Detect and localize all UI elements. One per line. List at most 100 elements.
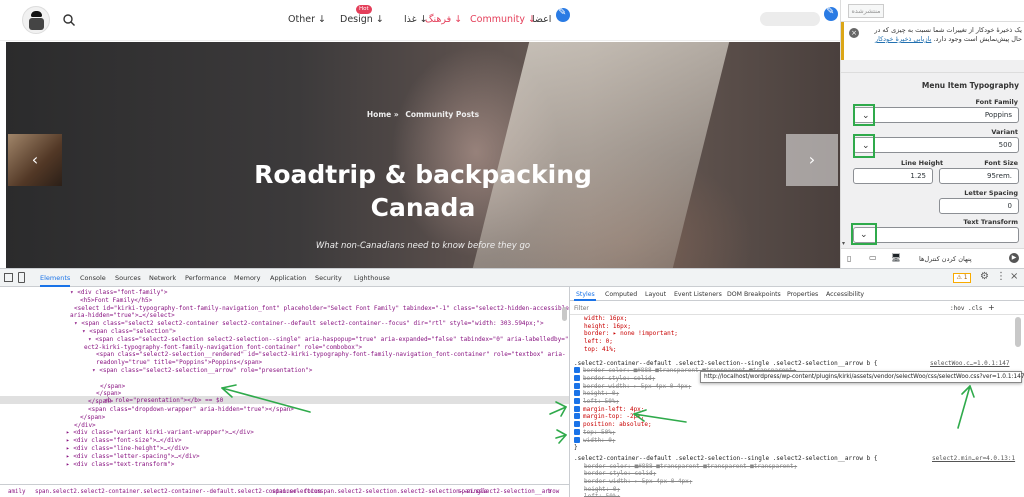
dom-node-line[interactable]: ▾ <span class="select2-selection select2…: [88, 336, 569, 344]
css-declaration[interactable]: border-style: solid;: [574, 374, 655, 383]
letter-spacing-input[interactable]: 0: [939, 198, 1019, 214]
desktop-preview-icon[interactable]: 🖥: [891, 253, 901, 262]
dom-node-line[interactable]: ▸ <div class="font-size">…</div>: [66, 437, 182, 445]
dom-node-line[interactable]: <select id="kirki-typography-font-family…: [74, 305, 569, 313]
collapse-play-icon[interactable]: ▶: [1009, 253, 1019, 263]
css-declaration[interactable]: left: 0;: [584, 338, 613, 346]
avatar-logo-icon[interactable]: [22, 6, 50, 34]
edit-pencil-icon[interactable]: [556, 7, 570, 22]
property-checkbox[interactable]: [574, 398, 580, 404]
dom-node-line[interactable]: ect2-kirki-typography-font-family-naviga…: [84, 344, 362, 352]
prev-post-button[interactable]: ‹: [8, 134, 62, 186]
dom-node-line[interactable]: readonly="true" title="Poppins">Poppins<…: [96, 359, 262, 367]
nav-item-other[interactable]: Other ↓: [288, 14, 326, 25]
tab-console[interactable]: Console: [80, 274, 106, 282]
text-transform-select[interactable]: [853, 227, 1019, 243]
dom-node-line[interactable]: ▾ <span class="selection">: [82, 328, 176, 336]
property-checkbox[interactable]: [574, 413, 580, 420]
dom-node-line[interactable]: ▸ <div class="letter-spacing">…</div>: [66, 453, 200, 461]
css-declaration[interactable]: border-width: ▸ 5px 4px 0 4px;: [584, 478, 692, 486]
property-checkbox[interactable]: [574, 421, 580, 428]
breadcrumb-item[interactable]: b: [548, 489, 552, 495]
subtab-dom-breakpoints[interactable]: DOM Breakpoints: [727, 291, 781, 298]
elements-scrollbar[interactable]: [562, 307, 567, 321]
close-icon[interactable]: ×: [1010, 271, 1018, 282]
hide-controls-button[interactable]: پنهان کردن کنترل‌ها: [919, 255, 972, 263]
inspect-element-icon[interactable]: [4, 273, 13, 282]
stylesheet-source-link[interactable]: select2.min…er=4.0.13:1: [932, 455, 1015, 463]
variant-dropdown-arrow-highlight[interactable]: ⌄: [853, 134, 875, 158]
property-checkbox[interactable]: [574, 390, 580, 397]
restore-autosave-link[interactable]: بازیابی ذخیرهٔ خودکار: [875, 35, 931, 43]
dom-node-line[interactable]: </span>: [100, 383, 125, 391]
breadcrumb-current[interactable]: Community Posts: [405, 110, 479, 119]
tab-sources[interactable]: Sources: [115, 274, 141, 282]
header-search-field[interactable]: [760, 12, 820, 26]
font-size-input[interactable]: 95rem.: [939, 168, 1019, 184]
css-declaration[interactable]: border-style: solid;: [584, 470, 656, 478]
css-selector[interactable]: .select2-container--default .select2-sel…: [574, 360, 877, 368]
dom-node-line[interactable]: <b role="presentation"></b> == $0: [104, 397, 223, 405]
tab-network[interactable]: Network: [149, 274, 176, 282]
dom-node-line[interactable]: ▸ <div class="variant kirki-variant-wrap…: [66, 429, 254, 437]
property-checkbox[interactable]: [574, 367, 580, 374]
css-declaration[interactable]: border-color: ■#888 ■transparent ■transp…: [584, 463, 797, 471]
styles-scrollbar[interactable]: [1015, 317, 1021, 347]
css-declaration[interactable]: height: 0;: [574, 390, 619, 398]
warning-badge[interactable]: ⚠ 1: [953, 273, 971, 283]
nav-item-community[interactable]: Community ↓: [470, 14, 536, 25]
scroll-down-icon[interactable]: ▾: [842, 240, 845, 247]
property-checkbox[interactable]: [574, 436, 580, 443]
subtab-computed[interactable]: Computed: [605, 291, 637, 298]
variant-select[interactable]: 500: [853, 137, 1019, 153]
breadcrumb-item[interactable]: amily: [8, 489, 25, 495]
tab-memory[interactable]: Memory: [234, 274, 260, 282]
css-declaration[interactable]: width: 0;: [574, 436, 616, 445]
tab-lighthouse[interactable]: Lighthouse: [354, 274, 390, 282]
nav-item-members[interactable]: اعضا: [532, 14, 551, 25]
mobile-preview-icon[interactable]: ▯: [847, 254, 851, 263]
class-toggle[interactable]: .cls: [968, 305, 982, 312]
css-declaration[interactable]: height: 0;: [584, 486, 620, 494]
property-checkbox[interactable]: [574, 428, 580, 435]
hover-state-toggle[interactable]: :hov: [950, 305, 964, 312]
css-declaration[interactable]: border-width: ▸ 5px 4px 0 4px;: [574, 382, 691, 391]
dom-node-line[interactable]: </span>: [96, 390, 121, 398]
more-options-icon[interactable]: ⋮: [996, 271, 1006, 282]
dom-node-line[interactable]: <h5>Font Family</h5>: [80, 297, 152, 305]
close-icon[interactable]: ×: [849, 28, 859, 38]
search-icon[interactable]: [62, 13, 76, 27]
dom-node-line[interactable]: ▸ <div class="text-transform">: [66, 461, 174, 469]
subtab-styles[interactable]: Styles: [576, 291, 595, 298]
css-selector[interactable]: .select2-container--default .select2-sel…: [574, 455, 877, 463]
font-family-select[interactable]: Poppins: [853, 107, 1019, 123]
css-declaration[interactable]: left: 50%;: [584, 493, 620, 497]
tab-elements[interactable]: Elements: [40, 274, 70, 282]
property-checkbox[interactable]: [574, 374, 580, 381]
font-family-dropdown-arrow-highlight[interactable]: ⌄: [853, 104, 875, 126]
tab-performance[interactable]: Performance: [185, 274, 226, 282]
dom-node-line[interactable]: ▾ <span class="select2 select2-container…: [74, 320, 544, 328]
css-declaration[interactable]: border: ▸ none !important;: [584, 330, 678, 338]
breadcrumb-home[interactable]: Home »: [367, 110, 399, 119]
css-declaration[interactable]: margin-left: 4px;: [574, 405, 644, 414]
css-declaration[interactable]: height: 16px;: [584, 323, 631, 331]
stylesheet-source-link[interactable]: selectWoo.c…=1.0.1:147: [930, 360, 1009, 368]
next-post-button[interactable]: ›: [786, 134, 838, 186]
dom-node-line[interactable]: </span>: [88, 398, 113, 406]
dom-node-line[interactable]: ▾ <span class="select2-selection__arrow"…: [92, 367, 312, 375]
css-declaration[interactable]: top: 50%;: [574, 428, 616, 437]
css-declaration[interactable]: width: 16px;: [584, 315, 627, 323]
nav-item-design[interactable]: Design ↓: [340, 14, 384, 25]
css-declaration[interactable]: left: 50%;: [574, 398, 619, 406]
css-declaration[interactable]: position: absolute;: [574, 421, 652, 429]
dom-node-line[interactable]: </span>: [80, 414, 105, 422]
breadcrumb-item[interactable]: span.select2-selection__arrow: [458, 489, 559, 495]
line-height-input[interactable]: 1.25: [853, 168, 933, 184]
subtab-properties[interactable]: Properties: [787, 291, 818, 298]
nav-item-culture[interactable]: فرهنگ ↓: [425, 14, 462, 25]
dom-node-line[interactable]: <span class="select2-selection__rendered…: [96, 351, 566, 359]
styles-filter-input[interactable]: [574, 304, 874, 313]
tab-security[interactable]: Security: [315, 274, 342, 282]
subtab-accessibility[interactable]: Accessibility: [826, 291, 864, 298]
